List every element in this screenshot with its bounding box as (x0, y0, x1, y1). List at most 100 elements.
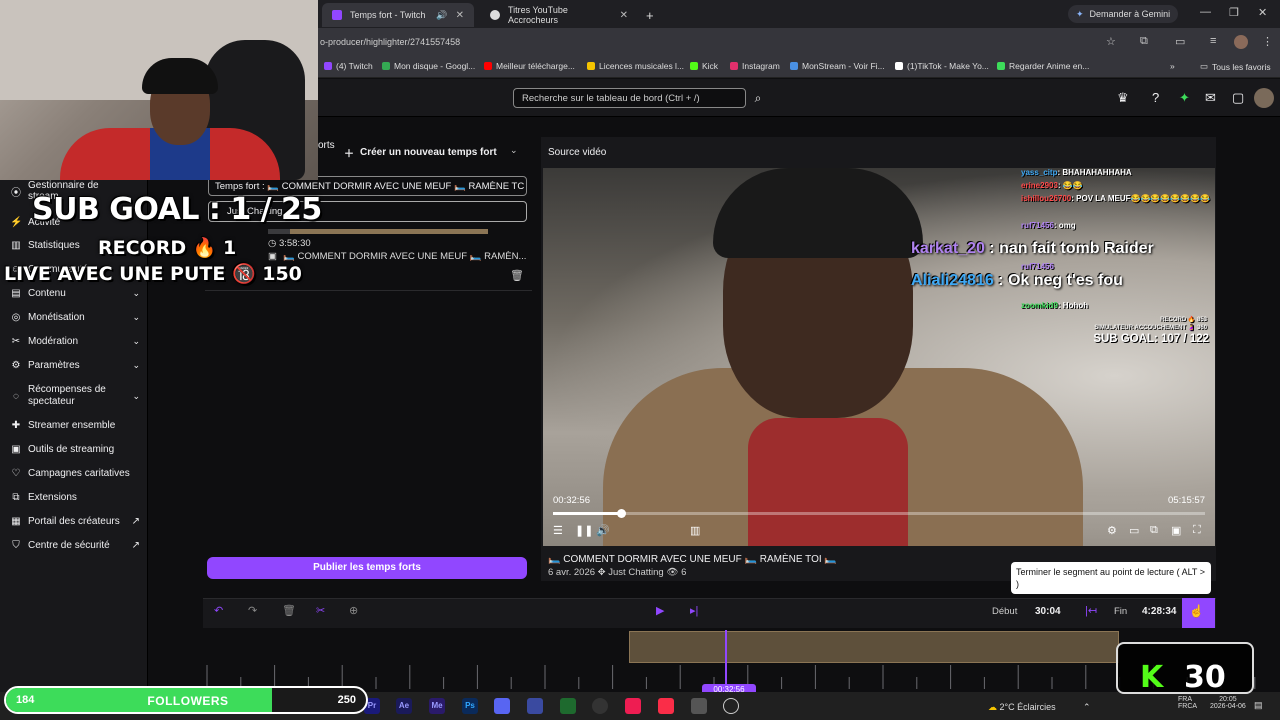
bookmark-item[interactable]: MonStream - Voir Fi... (790, 61, 885, 71)
language-indicator[interactable]: FRA FRCA (1178, 696, 1197, 710)
dashboard-search-input[interactable]: Recherche sur le tableau de bord (Ctrl +… (513, 88, 746, 108)
pause-icon[interactable]: ❚❚ (575, 524, 593, 537)
fullscreen-icon[interactable]: ⛶ (1193, 524, 1201, 537)
after-effects-icon[interactable]: Ae (396, 698, 412, 714)
chapters-icon[interactable]: ☰ (553, 524, 563, 537)
tab-youtube-titles[interactable]: Titres YouTube Accrocheurs ✕ (480, 3, 638, 27)
sidebar-item-settings[interactable]: ⚙ Paramètres ⌄ (10, 360, 140, 371)
timeline-playhead[interactable] (725, 630, 727, 690)
sidebar-item-stream-together[interactable]: ✚ Streamer ensemble (10, 420, 140, 431)
split-scissors-icon[interactable]: ✂ (316, 604, 325, 617)
sidebar-item-label: Récompenses de spectateur (28, 384, 106, 407)
close-window-icon[interactable]: ✕ (1258, 6, 1267, 19)
extensions-icon[interactable]: ✦ (1179, 90, 1190, 106)
chevron-down-icon[interactable]: ⌄ (510, 145, 518, 156)
tiktok-taskbar-icon[interactable] (625, 698, 641, 714)
profile-avatar-icon[interactable] (1234, 35, 1248, 49)
close-tab-icon[interactable]: ✕ (456, 10, 464, 21)
inbox-icon[interactable]: ✉ (1205, 90, 1216, 106)
stream-record-overlay: RECORD 🔥 853 (1160, 317, 1207, 323)
close-tab-icon[interactable]: ✕ (620, 10, 628, 21)
new-tab-button[interactable]: + (642, 3, 662, 27)
tools-icon: ▣ (11, 444, 21, 455)
highlight-list-item[interactable]: ▣ 🛏️ COMMENT DORMIR AVEC UNE MEUF 🛏️ RAMÈ… (268, 251, 526, 262)
timeline-play-icon[interactable]: ▶ (656, 604, 664, 617)
gemini-button[interactable]: ✦ Demander à Gemini (1068, 5, 1179, 23)
notification-icon[interactable]: ▤ (1254, 700, 1263, 711)
crown-icon[interactable]: ♛ (1117, 90, 1129, 106)
set-end-button[interactable]: ☝ (1182, 598, 1215, 628)
photoshop-icon[interactable]: Ps (462, 698, 478, 714)
bookmark-item[interactable]: Licences musicales l... (587, 61, 684, 71)
maximize-icon[interactable]: ❐ (1229, 6, 1239, 19)
pip-icon[interactable]: ⧉ (1150, 524, 1158, 537)
minimize-icon[interactable]: — (1200, 6, 1211, 18)
jump-to-end-icon[interactable]: ▸| (690, 604, 698, 617)
bookmark-item[interactable]: Kick (690, 61, 718, 71)
theatre-mode-icon[interactable]: ▭ (1129, 524, 1139, 537)
music-icon[interactable] (658, 698, 674, 714)
bookmark-item[interactable]: Instagram (730, 61, 780, 71)
chat-user: yass_citp (1021, 168, 1058, 177)
whispers-icon[interactable]: ▢ (1232, 90, 1244, 106)
tray-chevron-icon[interactable]: ⌃ (1083, 702, 1091, 713)
clock-date: 2026-04-06 (1210, 703, 1246, 710)
speaker-icon[interactable]: 🔊 (436, 10, 447, 21)
weather-widget[interactable]: ☁ 2°C Éclaircies (988, 702, 1056, 713)
bookmark-star-icon[interactable]: ☆ (1106, 35, 1116, 48)
trash-icon[interactable]: 🗑 (510, 269, 524, 282)
timeline-selected-segment[interactable] (629, 631, 1119, 663)
create-highlight-button[interactable]: ＋ Créer un nouveau temps fort (344, 142, 497, 162)
end-time-value[interactable]: 4:28:34 (1142, 606, 1176, 617)
bookmark-item[interactable]: Meilleur télécharge... (484, 61, 575, 71)
url-text[interactable]: o-producer/highlighter/2741557458 (320, 37, 460, 47)
clock-time: 20:05 (1219, 696, 1237, 703)
bookmark-item[interactable]: Mon disque - Googl... (382, 61, 475, 71)
clock[interactable]: 20:05 2026-04-06 (1210, 696, 1246, 710)
sidebar-item-moderation[interactable]: ✂ Modération ⌄ (10, 336, 140, 347)
proton-vpn-icon[interactable] (494, 698, 510, 714)
bookmarks-overflow-icon[interactable]: » (1170, 61, 1175, 71)
video-category[interactable]: Just Chatting (608, 567, 663, 578)
sidebar-item-creator-portal[interactable]: ▦ Portail des créateurs ↗ (10, 516, 140, 527)
media-icon[interactable]: ≡ (1210, 35, 1216, 47)
clip-icon[interactable]: ▥ (690, 524, 700, 537)
bookmark-item[interactable]: (4) Twitch (324, 61, 373, 71)
bitwarden-icon[interactable] (527, 698, 543, 714)
popout-icon[interactable]: ▣ (1171, 524, 1181, 537)
sidebar-item-charity[interactable]: ♡ Campagnes caritatives (10, 468, 140, 479)
user-avatar[interactable] (1254, 88, 1274, 108)
media-encoder-icon[interactable]: Me (429, 698, 445, 714)
extensions-puzzle-icon[interactable]: ⧉ (1140, 35, 1148, 48)
bookmark-item[interactable]: Regarder Anime en... (997, 61, 1089, 71)
app-shield-icon[interactable] (560, 698, 576, 714)
sidebar-item-safety-center[interactable]: ⛉ Centre de sécurité ↗ (10, 540, 140, 551)
sidebar-item-viewer-rewards[interactable]: ◌ Récompenses de spectateur ⌄ (10, 384, 140, 408)
sidebar-item-streaming-tools[interactable]: ▣ Outils de streaming (10, 444, 140, 455)
steam-icon[interactable] (592, 698, 608, 714)
tab-twitch-highlight[interactable]: Temps fort - Twitch 🔊 ✕ (322, 3, 474, 27)
start-time-value[interactable]: 30:04 (1035, 606, 1061, 617)
cast-icon[interactable]: ▭ (1175, 35, 1185, 48)
set-start-icon[interactable]: |↤ (1085, 604, 1097, 617)
volume-icon[interactable]: 🔊 (596, 524, 610, 537)
search-icon[interactable]: ⌕ (748, 88, 768, 108)
video-player[interactable]: yass_citp: BHAHAHAHHAHA erine2903: 😂😂 is… (543, 168, 1215, 546)
sidebar-item-content[interactable]: ▤ Contenu ⌄ (10, 288, 140, 299)
help-icon[interactable]: ? (1152, 90, 1159, 105)
video-seek-knob[interactable] (616, 509, 626, 518)
redo-icon[interactable]: ↷ (248, 604, 257, 617)
delete-icon[interactable]: 🗑 (282, 604, 296, 617)
sidebar-item-monetization[interactable]: ◎ Monétisation ⌄ (10, 312, 140, 323)
undo-icon[interactable]: ↶ (214, 604, 223, 617)
media-player-icon[interactable] (723, 698, 739, 714)
menu-kebab-icon[interactable]: ⋮ (1262, 35, 1273, 48)
add-marker-icon[interactable]: ⊕ (349, 604, 358, 617)
settings-icon[interactable]: ⚙ (1107, 524, 1117, 537)
calculator-icon[interactable] (691, 698, 707, 714)
sidebar-item-extensions[interactable]: ⧉ Extensions (10, 492, 140, 503)
video-seek-bar[interactable] (553, 509, 1205, 518)
bookmark-item[interactable]: (1)TikTok - Make Yo... (895, 61, 989, 71)
publish-highlights-button[interactable]: Publier les temps forts (207, 557, 527, 579)
all-favorites[interactable]: ▭ Tous les favoris (1200, 61, 1271, 72)
